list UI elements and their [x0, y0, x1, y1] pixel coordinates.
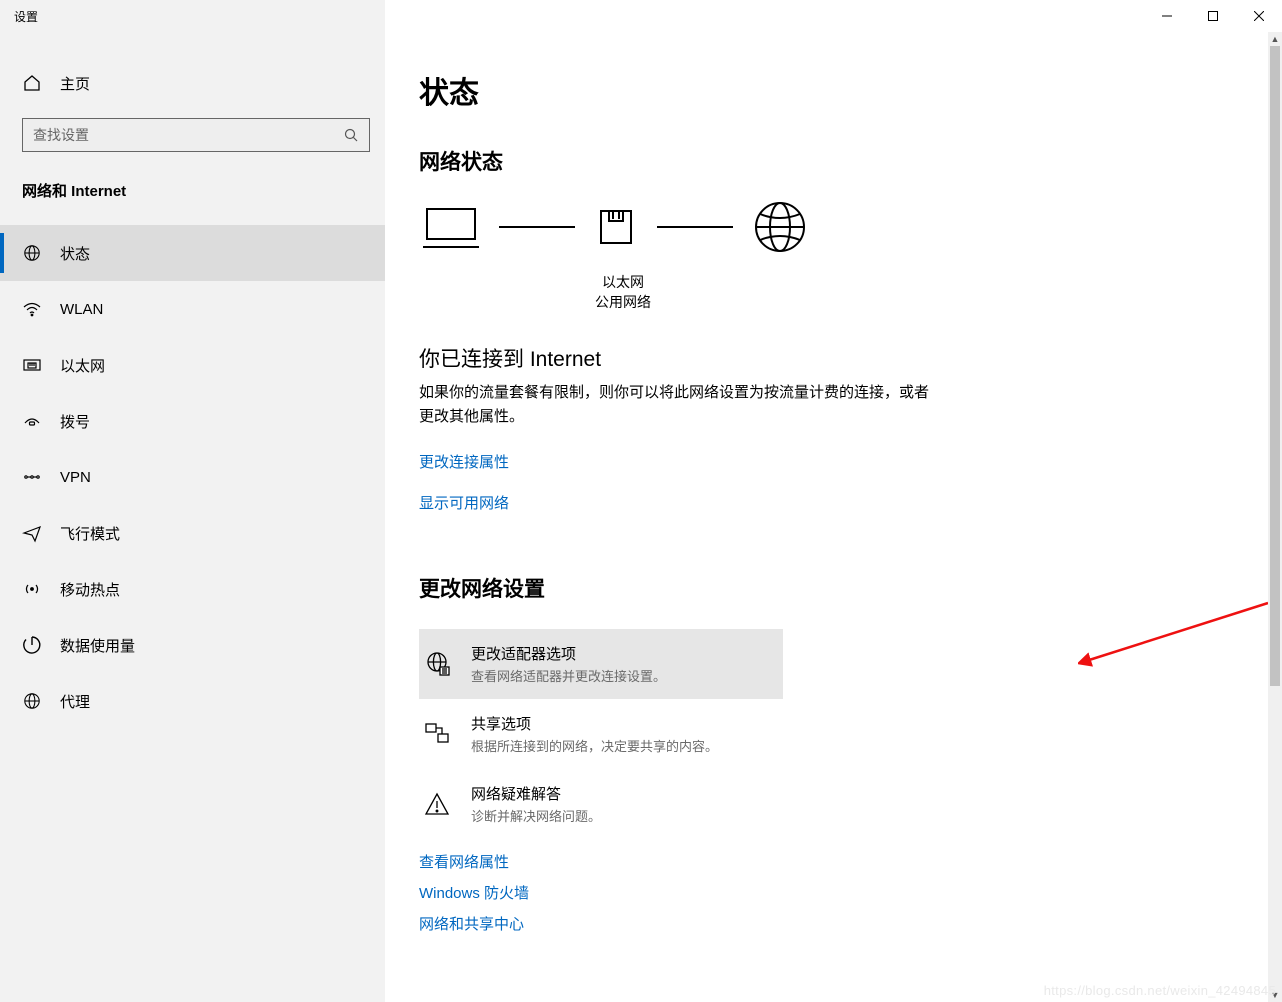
sidebar-item-label: 代理 — [60, 691, 90, 712]
sidebar-item-label: 状态 — [60, 243, 90, 264]
sidebar-item-vpn[interactable]: VPN — [0, 449, 385, 505]
window-controls — [1144, 0, 1282, 32]
setting-item-title: 共享选项 — [471, 713, 718, 734]
sidebar-item-proxy[interactable]: 代理 — [0, 673, 385, 729]
sidebar-item-label: WLAN — [60, 301, 103, 318]
search-input-wrap[interactable] — [22, 118, 370, 152]
bottom-links: 查看网络属性 Windows 防火墙 网络和共享中心 — [419, 851, 1242, 934]
sidebar-item-dialup[interactable]: 拨号 — [0, 393, 385, 449]
network-diagram — [419, 200, 1242, 254]
sidebar-home-label: 主页 — [60, 73, 90, 94]
search-input[interactable] — [33, 127, 343, 143]
globe-icon — [22, 243, 42, 263]
sidebar-item-hotspot[interactable]: 移动热点 — [0, 561, 385, 617]
router-icon — [595, 205, 637, 249]
sidebar-item-airplane[interactable]: 飞行模式 — [0, 505, 385, 561]
sidebar: 主页 网络和 Internet 状态 — [0, 32, 385, 1002]
setting-item-title: 更改适配器选项 — [471, 643, 666, 664]
main-content: 状态 网络状态 以太网 公用网络 — [385, 32, 1282, 1002]
window-title: 设置 — [14, 8, 38, 25]
sidebar-item-label: 飞行模式 — [60, 523, 120, 544]
proxy-icon — [22, 691, 42, 711]
diagram-line — [657, 226, 733, 228]
link-change-connection-props[interactable]: 更改连接属性 — [419, 451, 509, 472]
airplane-icon — [22, 523, 42, 543]
sidebar-item-ethernet[interactable]: 以太网 — [0, 337, 385, 393]
close-button[interactable] — [1236, 0, 1282, 32]
change-settings-heading: 更改网络设置 — [419, 573, 1242, 603]
titlebar: 设置 — [0, 0, 1282, 32]
sidebar-home[interactable]: 主页 — [0, 62, 385, 104]
internet-globe-icon — [753, 200, 807, 254]
search-icon — [343, 127, 359, 143]
sidebar-category: 网络和 Internet — [0, 152, 385, 211]
minimize-button[interactable] — [1144, 0, 1190, 32]
annotation-arrow — [1078, 591, 1278, 671]
search-wrap — [0, 104, 385, 152]
home-icon — [22, 73, 42, 93]
setting-item-desc: 诊断并解决网络问题。 — [471, 806, 601, 825]
link-network-sharing-center[interactable]: 网络和共享中心 — [419, 913, 1242, 934]
sidebar-item-wlan[interactable]: WLAN — [0, 281, 385, 337]
diagram-line — [499, 226, 575, 228]
sidebar-item-status[interactable]: 状态 — [0, 225, 385, 281]
sidebar-item-data-usage[interactable]: 数据使用量 — [0, 617, 385, 673]
close-icon — [1254, 11, 1264, 21]
setting-item-title: 网络疑难解答 — [471, 783, 601, 804]
setting-item-desc: 根据所连接到的网络，决定要共享的内容。 — [471, 736, 718, 755]
wifi-icon — [22, 299, 42, 319]
setting-sharing-options[interactable]: 共享选项 根据所连接到的网络，决定要共享的内容。 — [419, 699, 783, 769]
diagram-label-bottom: 公用网络 — [595, 294, 651, 310]
vpn-icon — [22, 467, 42, 487]
setting-item-desc: 查看网络适配器并更改连接设置。 — [471, 666, 666, 685]
connected-title: 你已连接到 Internet — [419, 343, 1242, 373]
page-title: 状态 — [419, 68, 1242, 112]
minimize-icon — [1162, 11, 1172, 21]
maximize-button[interactable] — [1190, 0, 1236, 32]
watermark: https://blog.csdn.net/weixin_42494845 — [1044, 983, 1276, 998]
computer-icon — [423, 205, 479, 249]
link-show-available-networks[interactable]: 显示可用网络 — [419, 492, 509, 513]
sidebar-item-label: 以太网 — [60, 355, 105, 376]
scroll-thumb[interactable] — [1270, 46, 1280, 686]
sidebar-item-label: VPN — [60, 469, 91, 486]
scroll-up-button[interactable]: ▲ — [1268, 32, 1282, 46]
maximize-icon — [1208, 11, 1218, 21]
diagram-label-top: 以太网 — [602, 274, 644, 290]
ethernet-icon — [22, 355, 42, 375]
sidebar-item-label: 拨号 — [60, 411, 90, 432]
scrollbar[interactable]: ▲ ▼ — [1268, 32, 1282, 1002]
sidebar-item-label: 移动热点 — [60, 579, 120, 600]
connected-body: 如果你的流量套餐有限制，则你可以将此网络设置为按流量计费的连接，或者更改其他属性… — [419, 381, 929, 429]
link-view-network-props[interactable]: 查看网络属性 — [419, 851, 1242, 872]
adapter-icon — [423, 650, 451, 678]
dialup-icon — [22, 411, 42, 431]
setting-troubleshooter[interactable]: 网络疑难解答 诊断并解决网络问题。 — [419, 769, 783, 839]
status-heading: 网络状态 — [419, 146, 1242, 176]
link-windows-firewall[interactable]: Windows 防火墙 — [419, 882, 1242, 903]
data-usage-icon — [22, 635, 42, 655]
hotspot-icon — [22, 579, 42, 599]
sidebar-nav: 状态 WLAN 以太网 — [0, 211, 385, 729]
setting-adapter-options[interactable]: 更改适配器选项 查看网络适配器并更改连接设置。 — [419, 629, 783, 699]
sharing-icon — [423, 720, 451, 748]
diagram-label: 以太网 公用网络 — [563, 266, 683, 313]
sidebar-item-label: 数据使用量 — [60, 635, 135, 656]
troubleshoot-icon — [423, 790, 451, 818]
